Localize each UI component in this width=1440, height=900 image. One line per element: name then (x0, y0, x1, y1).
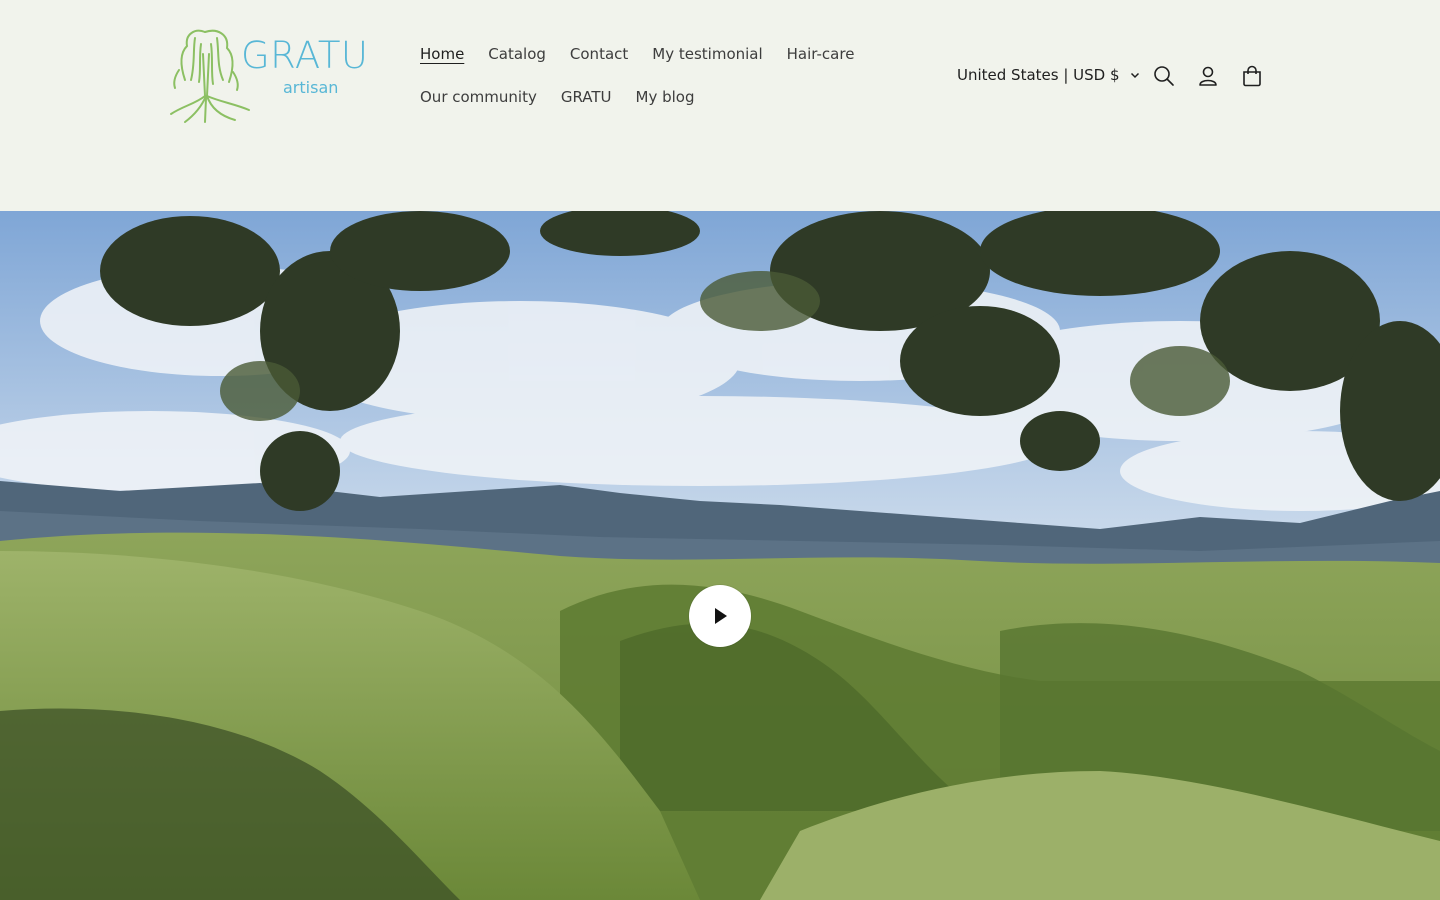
nav-link-blog[interactable]: My blog (624, 85, 707, 109)
nav-link-catalog[interactable]: Catalog (476, 42, 558, 66)
nav-link-testimonial[interactable]: My testimonial (640, 42, 774, 66)
chevron-down-icon (1130, 72, 1139, 79)
landscape-image (0, 211, 1440, 900)
currency-label: United States | USD $ (957, 66, 1120, 84)
nav-link-home[interactable]: Home (408, 42, 476, 66)
play-button[interactable] (689, 585, 751, 647)
hero-video[interactable] (0, 211, 1440, 900)
site-header: GRATU artisan Home Catalog Contact My te… (0, 0, 1440, 211)
search-icon (1154, 66, 1174, 86)
nav-link-gratu[interactable]: GRATU (549, 85, 624, 109)
cart-icon (1243, 65, 1261, 87)
play-icon (715, 608, 727, 624)
account-icon (1199, 66, 1217, 86)
nav-row-2: Our community GRATU My blog (408, 85, 707, 109)
nav-link-contact[interactable]: Contact (558, 42, 640, 66)
nav-row-1: Home Catalog Contact My testimonial Hair… (408, 42, 866, 66)
nav-link-hair-care[interactable]: Hair-care (775, 42, 867, 66)
brand-name: GRATU (241, 34, 369, 77)
account-button[interactable] (1192, 60, 1224, 92)
search-button[interactable] (1148, 60, 1180, 92)
nav-link-community[interactable]: Our community (408, 85, 549, 109)
currency-selector[interactable]: United States | USD $ (957, 63, 1140, 87)
brand-tagline: artisan (283, 78, 339, 97)
cart-button[interactable] (1236, 60, 1268, 92)
